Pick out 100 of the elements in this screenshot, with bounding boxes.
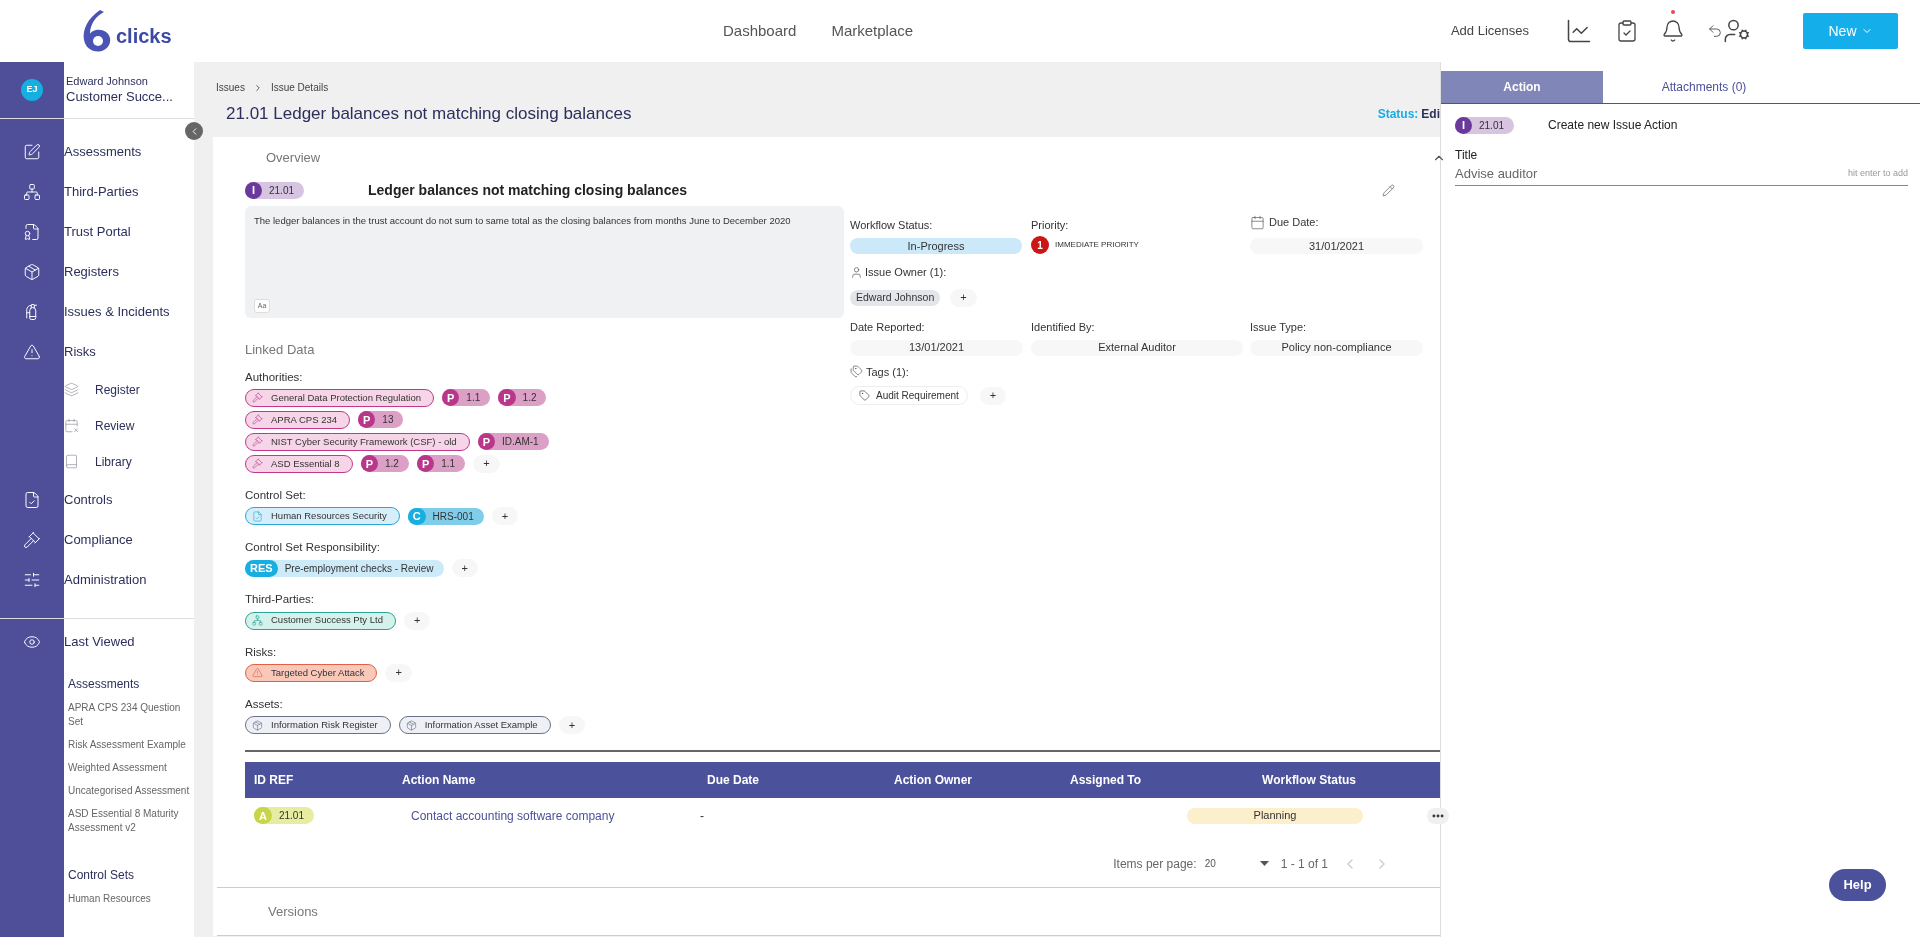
file-badge-icon[interactable] — [23, 222, 41, 241]
owner-chip[interactable]: Edward Johnson — [850, 289, 941, 306]
recent-item[interactable]: Risk Assessment Example — [68, 738, 192, 752]
network-icon[interactable] — [23, 182, 41, 201]
panel-heading: Create new Issue Action — [1548, 117, 1678, 134]
book-icon — [64, 454, 79, 470]
add-button[interactable]: + — [491, 507, 519, 525]
nav-link[interactable]: Marketplace — [831, 19, 914, 43]
priority-text: IMMEDIATE PRIORITY — [1055, 239, 1139, 251]
clipboard-check-icon[interactable] — [1615, 19, 1639, 43]
reference-tag: P 1.2 — [360, 455, 409, 473]
sidebar-item[interactable]: Registers — [64, 261, 119, 282]
status-pill: Planning — [1187, 807, 1363, 824]
breadcrumb-link[interactable]: Issues — [216, 80, 245, 95]
sidebar-item[interactable]: Third-Parties — [64, 181, 139, 202]
gavel-icon[interactable] — [23, 530, 41, 549]
recent-group-heading: Control Sets — [68, 867, 136, 884]
recent-item[interactable]: Uncategorised Assessment — [68, 784, 192, 798]
recent-group-heading: Assessments — [68, 676, 141, 693]
file-check-icon — [252, 510, 263, 522]
page-size-select[interactable]: 20 — [1204, 856, 1269, 871]
field-value[interactable]: Policy non-compliance — [1250, 339, 1423, 356]
bell-icon[interactable] — [1661, 19, 1685, 43]
sidebar-item[interactable]: Compliance — [64, 529, 133, 550]
linked-item-tag[interactable]: APRA CPS 234 — [245, 410, 350, 429]
linked-data-label: Assets: — [245, 696, 284, 712]
tag-chip[interactable]: Audit Requirement — [850, 386, 968, 405]
nav-link[interactable]: Dashboard — [723, 19, 797, 43]
field-value[interactable]: 13/01/2021 — [850, 339, 1023, 356]
action-link[interactable]: Contact accounting software company — [393, 806, 698, 825]
status-value: Edi — [1421, 105, 1440, 123]
more-button[interactable] — [1427, 807, 1449, 824]
section-heading: Versions — [268, 902, 318, 921]
sidebar-item[interactable]: Issues & Incidents — [64, 301, 170, 322]
title-field[interactable]: Advise auditor hit enter to add — [1455, 164, 1908, 186]
linked-data-label: Authorities: — [245, 369, 304, 385]
field-label: Date Reported: — [850, 319, 926, 335]
linked-item-tag[interactable]: ASD Essential 8 — [245, 454, 353, 473]
reference-tag: P 13 — [358, 411, 404, 429]
recent-item[interactable]: Human Resources — [68, 892, 192, 906]
linked-item-tag[interactable]: Information Asset Example — [398, 716, 551, 734]
user-settings-icon[interactable] — [1723, 17, 1751, 45]
sidebar-item[interactable]: Administration — [64, 569, 147, 590]
sidebar-item[interactable]: Controls — [64, 489, 113, 510]
file-check-icon[interactable] — [23, 490, 41, 509]
sidebar-subitem[interactable]: Review — [95, 416, 135, 435]
gavel-icon — [252, 436, 263, 448]
warning-icon[interactable] — [23, 342, 41, 361]
add-licenses-link[interactable]: Add Licenses — [1450, 21, 1529, 41]
linked-data-label: Third-Parties: — [245, 592, 316, 608]
reference-tag: RES Pre-employment checks - Review — [245, 559, 444, 577]
table-cell-text: - — [699, 807, 705, 825]
field-label: Title — [1455, 147, 1479, 164]
add-button[interactable]: + — [979, 386, 1007, 405]
sidebar-subitem[interactable]: Library — [95, 452, 132, 471]
linked-item-tag[interactable]: NIST Cyber Security Framework (CSF) - old — [245, 432, 470, 451]
sidebar-subitem[interactable]: Register — [95, 380, 140, 399]
linked-item-tag[interactable]: Customer Success Pty Ltd — [245, 611, 396, 630]
add-button[interactable]: + — [403, 611, 431, 630]
recent-item[interactable]: APRA CPS 234 Question Set — [68, 701, 192, 729]
tag-icon — [859, 390, 870, 401]
box-icon — [252, 719, 263, 731]
reference-tag: C HRS-001 — [407, 507, 484, 525]
sliders-icon[interactable] — [23, 570, 41, 589]
column-header: Action Owner — [893, 772, 973, 789]
add-button[interactable]: + — [950, 288, 977, 307]
add-button[interactable]: + — [473, 454, 500, 473]
reference-tag: P ID.AM-1 — [477, 433, 549, 451]
add-button[interactable]: + — [385, 663, 412, 682]
linked-item-tag[interactable]: Information Risk Register — [245, 716, 391, 734]
gavel-icon — [252, 458, 263, 470]
section-heading: Linked Data — [245, 341, 316, 359]
caret-down-icon — [1259, 861, 1269, 866]
add-button[interactable]: + — [558, 716, 586, 734]
sidebar-item[interactable]: Risks — [64, 341, 96, 362]
priority-badge: 1 — [1031, 236, 1049, 254]
due-date-value[interactable]: 31/01/2021 — [1250, 238, 1423, 254]
section-heading: Overview — [266, 149, 321, 168]
layers-icon — [64, 382, 79, 398]
issue-badge: I 21.01 — [245, 181, 305, 199]
field-hint: hit enter to add — [1847, 167, 1908, 180]
sidebar-item[interactable]: Trust Portal — [64, 221, 131, 242]
sidebar-item[interactable]: Assessments — [64, 141, 142, 162]
reply-icon[interactable] — [1707, 23, 1723, 39]
chart-icon[interactable] — [1565, 17, 1593, 45]
recent-item[interactable]: Weighted Assessment — [68, 761, 192, 775]
add-button[interactable]: + — [451, 559, 478, 578]
linked-data-label: Risks: — [245, 644, 278, 660]
breadcrumb-link[interactable]: Issue Details — [270, 80, 329, 95]
linked-item-tag[interactable]: General Data Protection Regulation — [245, 388, 434, 407]
recent-item[interactable]: ASD Essential 8 Maturity Assessment v2 — [68, 807, 192, 835]
field-value[interactable]: External Auditor — [1031, 339, 1243, 356]
pencil-square-icon[interactable] — [23, 142, 41, 161]
box-icon[interactable] — [23, 262, 41, 281]
linked-item-tag[interactable]: Targeted Cyber Attack — [245, 663, 378, 682]
edit-icon[interactable] — [1382, 183, 1395, 197]
collapse-button[interactable] — [185, 122, 203, 140]
linked-item-tag[interactable]: Human Resources Security — [245, 507, 400, 525]
field-label: Tags (1): — [866, 364, 909, 380]
workflow-status-pill[interactable]: In-Progress — [850, 238, 1022, 254]
